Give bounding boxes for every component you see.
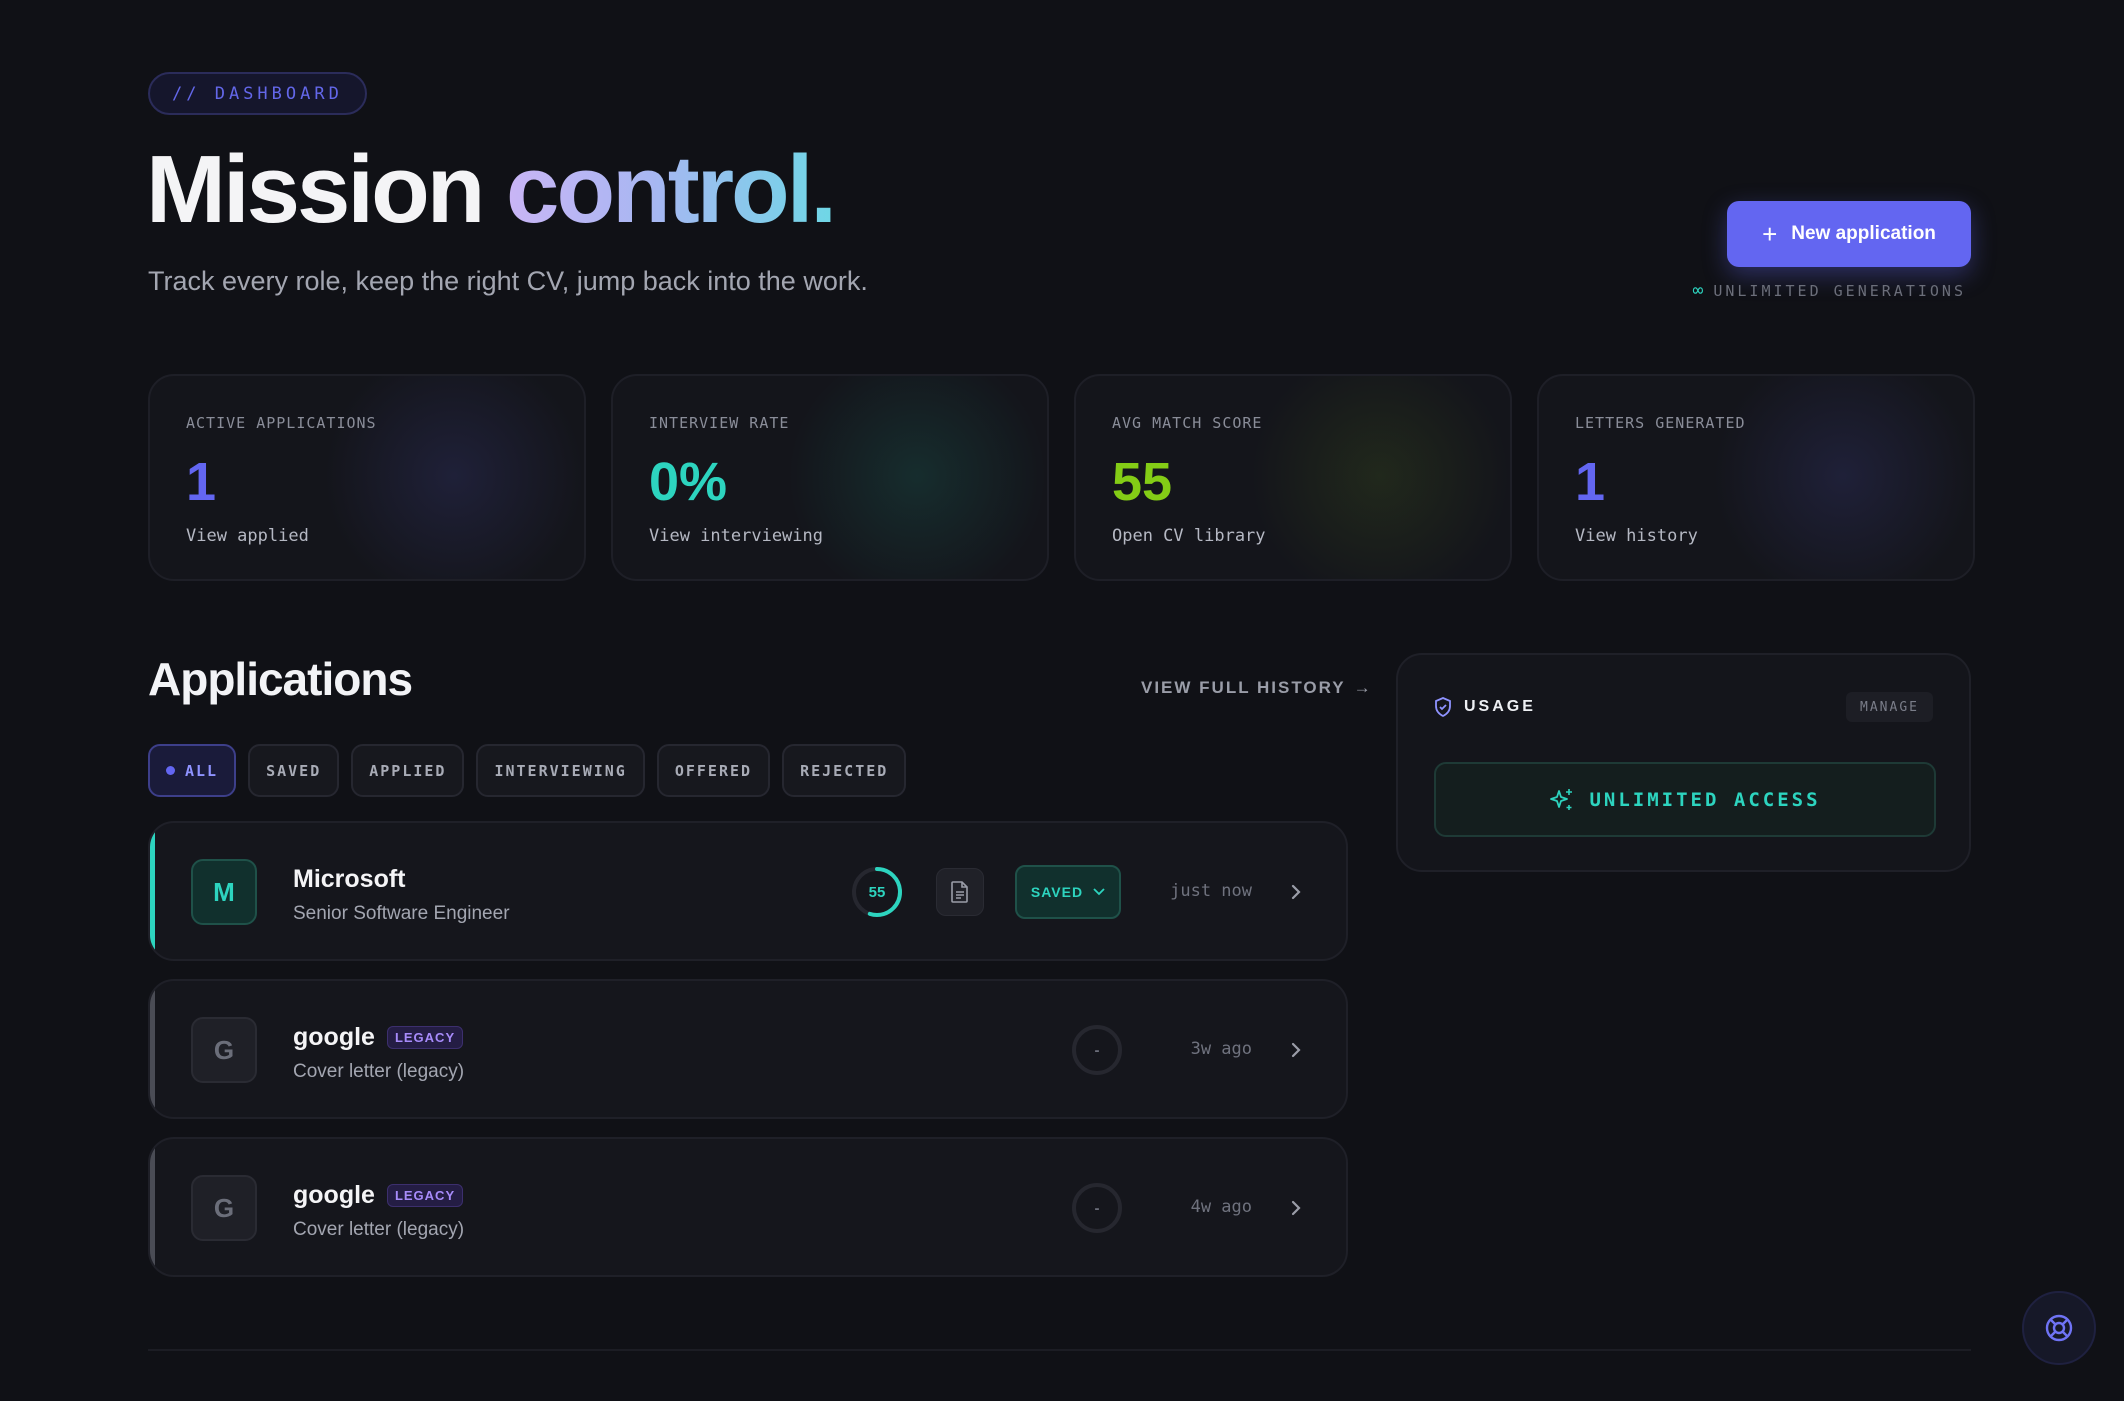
stat-label: AVG MATCH SCORE — [1112, 414, 1263, 432]
company-name: google LEGACY — [293, 1181, 464, 1210]
page-title-word-2: control. — [506, 136, 837, 243]
row-accent-edge — [150, 981, 155, 1117]
status-label: SAVED — [1030, 884, 1084, 900]
stats-row: ACTIVE APPLICATIONS 1 View applied INTER… — [148, 374, 1975, 581]
filter-chip-applied[interactable]: APPLIED — [351, 744, 465, 797]
filter-chip-label: INTERVIEWING — [494, 761, 627, 780]
role-title: Cover letter (legacy) — [293, 1219, 465, 1240]
generations-note-label: UNLIMITED GENERATIONS — [1713, 281, 1966, 300]
infinity-icon: ∞ — [1692, 280, 1704, 301]
applications-list: M Microsoft Senior Software Engineer 55 … — [148, 821, 1348, 1295]
stat-card-interview-rate[interactable]: INTERVIEW RATE 0% View interviewing — [611, 374, 1049, 581]
stat-value: 55 — [1112, 452, 1173, 512]
filter-chip-label: REJECTED — [800, 761, 889, 780]
company-name: Microsoft — [293, 865, 406, 894]
arrow-right-icon: → — [1353, 678, 1373, 697]
stat-card-active-applications[interactable]: ACTIVE APPLICATIONS 1 View applied — [148, 374, 586, 581]
match-score-value: - — [1094, 1041, 1100, 1059]
view-cv-button[interactable] — [936, 868, 984, 916]
lifebuoy-icon — [2045, 1314, 2073, 1342]
new-application-label: New application — [1791, 223, 1936, 244]
page-eyebrow: // DASHBOARD — [148, 72, 367, 115]
footer-divider — [148, 1349, 1971, 1351]
filter-chip-label: ALL — [185, 761, 219, 780]
filter-chip-interviewing[interactable]: INTERVIEWING — [476, 744, 645, 797]
applications-heading: Applications — [148, 653, 413, 705]
usage-title: USAGE — [1434, 697, 1536, 717]
company-name-text: google — [293, 1181, 375, 1209]
chevron-right-icon[interactable] — [1284, 880, 1308, 904]
company-name-text: google — [293, 1023, 375, 1051]
legacy-badge: LEGACY — [386, 1184, 464, 1207]
filter-chip-saved[interactable]: SAVED — [248, 744, 340, 797]
stat-card-letters-generated[interactable]: LETTERS GENERATED 1 View history — [1537, 374, 1975, 581]
unlimited-access-banner: UNLIMITED ACCESS — [1434, 762, 1936, 837]
stat-link[interactable]: View interviewing — [649, 526, 1011, 546]
status-filters: ALL SAVED APPLIED INTERVIEWING OFFERED R… — [148, 744, 907, 797]
stat-link[interactable]: Open CV library — [1112, 526, 1474, 546]
match-score-value: 55 — [868, 883, 886, 901]
chevron-right-icon[interactable] — [1284, 1038, 1308, 1062]
chevron-down-icon — [1093, 888, 1105, 896]
application-row[interactable]: G google LEGACY Cover letter (legacy) - … — [148, 979, 1348, 1119]
help-button[interactable] — [2022, 1291, 2096, 1365]
updated-time: just now — [1170, 881, 1252, 901]
company-name: google LEGACY — [293, 1023, 464, 1052]
role-title: Cover letter (legacy) — [293, 1061, 465, 1082]
unlimited-access-label: UNLIMITED ACCESS — [1589, 788, 1821, 811]
stat-link[interactable]: View applied — [186, 526, 548, 546]
match-score-ring: - — [1070, 1023, 1124, 1077]
row-accent-edge — [150, 1139, 155, 1275]
status-dropdown[interactable]: SAVED — [1015, 865, 1121, 919]
filter-chip-all[interactable]: ALL — [148, 744, 237, 797]
stat-label: INTERVIEW RATE — [649, 414, 790, 432]
filter-chip-rejected[interactable]: REJECTED — [782, 744, 907, 797]
company-avatar: M — [191, 859, 257, 925]
usage-title-label: USAGE — [1464, 698, 1536, 715]
page-title: Mission control. — [146, 130, 837, 250]
match-score-ring: - — [1070, 1181, 1124, 1235]
stat-card-avg-match-score[interactable]: AVG MATCH SCORE 55 Open CV library — [1074, 374, 1512, 581]
document-icon — [951, 881, 968, 903]
stat-label: LETTERS GENERATED — [1575, 414, 1746, 432]
filter-chip-offered[interactable]: OFFERED — [656, 744, 771, 797]
stat-link[interactable]: View history — [1575, 526, 1937, 546]
sparkles-icon — [1550, 788, 1573, 810]
role-title: Senior Software Engineer — [293, 903, 510, 924]
shield-check-icon — [1435, 697, 1451, 717]
legacy-badge: LEGACY — [386, 1026, 464, 1049]
row-accent-edge — [150, 823, 155, 959]
application-row[interactable]: M Microsoft Senior Software Engineer 55 … — [148, 821, 1348, 961]
company-avatar: G — [191, 1175, 257, 1241]
view-full-history-link[interactable]: VIEW FULL HISTORY → — [1141, 678, 1373, 698]
match-score-value: - — [1094, 1199, 1100, 1217]
view-full-history-label: VIEW FULL HISTORY — [1141, 678, 1346, 697]
stat-value: 1 — [1575, 452, 1606, 512]
stat-value: 0% — [649, 452, 728, 512]
active-dot-icon — [166, 766, 175, 775]
filter-chip-label: APPLIED — [369, 761, 447, 780]
match-score-ring: 55 — [850, 865, 904, 919]
page-subtitle: Track every role, keep the right CV, jum… — [148, 266, 868, 296]
company-avatar: G — [191, 1017, 257, 1083]
filter-chip-label: OFFERED — [674, 761, 753, 780]
dashboard-page: // DASHBOARD Mission control. Track ever… — [0, 0, 2124, 1401]
company-name-text: Microsoft — [293, 865, 406, 893]
chevron-right-icon[interactable] — [1284, 1196, 1308, 1220]
plus-icon: + — [1762, 219, 1778, 249]
filter-chip-label: SAVED — [266, 761, 322, 780]
new-application-button[interactable]: + New application — [1727, 201, 1971, 267]
manage-button[interactable]: MANAGE — [1846, 692, 1933, 722]
updated-time: 3w ago — [1190, 1039, 1252, 1059]
updated-time: 4w ago — [1190, 1197, 1252, 1217]
stat-label: ACTIVE APPLICATIONS — [186, 414, 377, 432]
usage-panel: USAGE MANAGE UNLIMITED ACCESS — [1396, 653, 1971, 872]
stat-value: 1 — [186, 452, 217, 512]
generations-note: ∞ UNLIMITED GENERATIONS — [1693, 280, 1967, 301]
application-row[interactable]: G google LEGACY Cover letter (legacy) - … — [148, 1137, 1348, 1277]
page-title-word-1: Mission — [146, 136, 485, 243]
